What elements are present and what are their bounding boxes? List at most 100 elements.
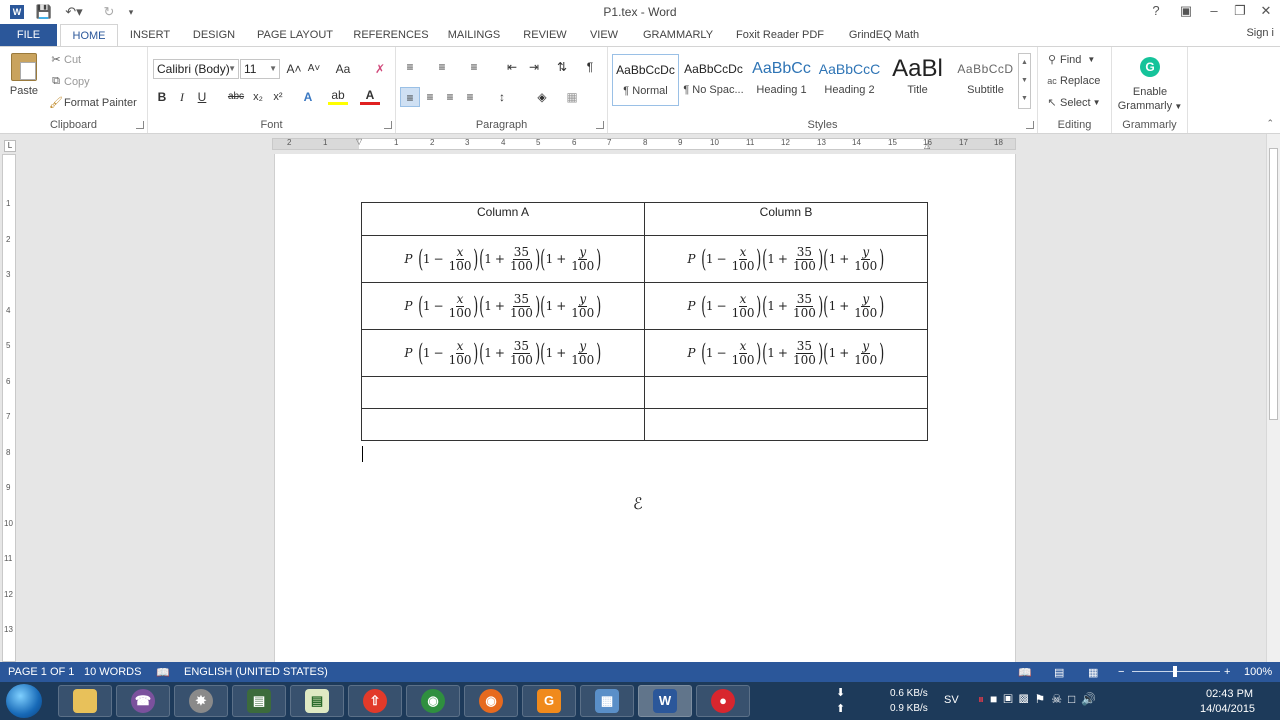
find-button[interactable]: ⚲ Find ▼ [1044,53,1095,67]
table-cell[interactable] [361,376,645,409]
zoom-slider-thumb[interactable] [1173,666,1177,677]
copy-button[interactable]: ⧉ Copy [48,75,90,88]
style-no-spacing[interactable]: AaBbCcDc ¶ No Spac... [680,54,747,106]
word-taskbar-icon[interactable]: W [638,685,692,717]
more-styles-icon[interactable]: ▼ [1019,90,1030,108]
numbering-icon[interactable]: ≡ [432,57,452,77]
equation[interactable]: P(1− x 100)(1 +35 100)(1 + y 100) [404,292,601,320]
tab-home[interactable]: HOME [60,24,118,47]
table-cell[interactable]: P(1− x 100)(1 +35 100)(1 + y 100) [361,235,645,283]
font-launcher-icon[interactable] [384,121,392,129]
document-table[interactable]: Column A Column B P(1− x 100)(1 +35 100)(1 + y… [361,202,928,441]
tray-icons[interactable]: ⏸■▣▩⚑☠□🔊 [978,692,1102,707]
align-center-icon[interactable]: ≡ [420,87,440,107]
web-layout-icon[interactable]: ▦ [1088,666,1098,679]
proofing-icon[interactable]: 📖 [156,666,170,679]
security-icon[interactable]: ☠ [1051,692,1068,706]
tool-taskbar-icon[interactable]: ✸ [174,685,228,717]
shading-icon[interactable]: ◈ [532,87,552,107]
tab-page-layout[interactable]: PAGE LAYOUT [252,24,338,46]
justify-icon[interactable]: ≡ [460,87,480,107]
table-cell[interactable] [644,376,928,409]
ribbon-display-options-icon[interactable]: ▣ [1172,2,1200,20]
stop-icon[interactable]: ■ [990,692,1003,706]
foxit-pdf-taskbar-icon[interactable]: G [522,685,576,717]
close-button[interactable]: ✕ [1252,2,1280,20]
underline-button[interactable]: U [192,87,212,107]
italic-button[interactable]: I [172,87,192,107]
align-right-icon[interactable]: ≡ [440,87,460,107]
table-cell[interactable] [644,408,928,441]
recorder-taskbar-icon[interactable]: ● [696,685,750,717]
highlight-button[interactable]: ab [328,87,348,105]
tab-selector-icon[interactable]: L [4,140,16,152]
change-case-button[interactable]: Aa [330,59,356,79]
table-cell[interactable]: P(1− x 100)(1 +35 100)(1 + y 100) [644,282,928,330]
right-indent-marker[interactable]: △ [924,141,930,150]
firefox-taskbar-icon[interactable]: ◉ [464,685,518,717]
tab-grammarly[interactable]: GRAMMARLY [636,24,720,46]
tray-app-icon[interactable]: ▩ [1019,692,1035,706]
paragraph-launcher-icon[interactable] [596,121,604,129]
clipboard-launcher-icon[interactable] [136,121,144,129]
text-effects-button[interactable]: A [298,87,318,107]
align-left-icon[interactable]: ≡ [400,87,420,107]
style-heading-2[interactable]: AaBbCcC Heading 2 [816,54,883,106]
tab-grindeq-math[interactable]: GrindEQ Math [840,24,928,46]
word-count[interactable]: 10 WORDS [84,666,141,678]
tab-review[interactable]: REVIEW [516,24,574,46]
control-panel-taskbar-icon[interactable]: ▦ [580,685,634,717]
table-cell[interactable]: P(1− x 100)(1 +35 100)(1 + y 100) [644,235,928,283]
chevron-up-icon[interactable]: ▲ [1019,54,1030,72]
help-button[interactable]: ? [1142,2,1170,20]
font-name-combo[interactable]: Calibri (Body) ▼ [153,59,239,79]
volume-icon[interactable]: 🔊 [1081,692,1102,706]
windows-start-icon[interactable] [6,684,42,718]
input-language[interactable]: SV [944,694,959,706]
network-taskbar-icon[interactable]: ◉ [406,685,460,717]
cut-button[interactable]: ✂ Cut [48,53,81,67]
style-subtitle[interactable]: AaBbCcD Subtitle [952,54,1019,106]
zoom-level[interactable]: 100% [1244,666,1272,678]
line-spacing-icon[interactable]: ↕ [492,87,512,107]
style-heading-1[interactable]: AaBbCc Heading 1 [748,54,815,106]
file-explorer-taskbar-icon[interactable] [58,685,112,717]
minimize-button[interactable]: – [1200,2,1228,20]
tab-references[interactable]: REFERENCES [350,24,432,46]
paste-button[interactable]: Paste [6,53,42,113]
tab-foxit-reader-pdf[interactable]: Foxit Reader PDF [730,24,830,46]
replace-button[interactable]: ac Replace [1044,75,1100,87]
format-painter-button[interactable]: 🖌 Format Painter [48,96,137,110]
vertical-ruler[interactable]: 1 2 3 4 5 6 7 8 9 10 11 12 13 [2,154,16,662]
equation[interactable]: P(1− x 100)(1 +35 100)(1 + y 100) [687,339,884,367]
zoom-slider[interactable] [1132,666,1220,677]
enable-grammarly-button[interactable]: Enable Grammarly ▼ [1112,85,1188,114]
read-mode-icon[interactable]: 📖 [1018,666,1032,679]
pause-record-icon[interactable]: ⏸ [978,692,990,706]
clear-formatting-icon[interactable]: ✗ [370,59,390,79]
table-header-cell[interactable]: Column A [361,202,645,236]
vertical-scrollbar[interactable] [1266,134,1280,662]
tab-insert[interactable]: INSERT [124,24,176,46]
scrollbar-thumb[interactable] [1269,148,1278,420]
tab-file[interactable]: FILE [0,24,57,46]
font-color-button[interactable]: A [360,87,380,105]
superscript-button[interactable]: x² [268,87,288,107]
equation[interactable]: P(1− x 100)(1 +35 100)(1 + y 100) [404,339,601,367]
font-size-combo[interactable]: 11 ▼ [240,59,280,79]
tab-design[interactable]: DESIGN [186,24,242,46]
zoom-in-button[interactable]: + [1224,666,1230,678]
borders-icon[interactable]: ▦ [562,87,582,107]
clock-time[interactable]: 02:43 PM [1206,688,1253,700]
style-normal[interactable]: AaBbCcDc ¶ Normal [612,54,679,106]
table-cell[interactable]: P(1− x 100)(1 +35 100)(1 + y 100) [644,329,928,377]
tab-view[interactable]: VIEW [584,24,624,46]
screen-icon[interactable]: ▣ [1003,692,1019,706]
bullets-icon[interactable]: ≡ [400,57,420,77]
sort-icon[interactable]: ⇅ [552,57,572,77]
decrease-indent-icon[interactable]: ⇤ [502,57,522,77]
grow-font-button[interactable]: A˄ [284,59,304,79]
equation[interactable]: P(1− x 100)(1 +35 100)(1 + y 100) [404,245,601,273]
table-cell[interactable]: P(1− x 100)(1 +35 100)(1 + y 100) [361,282,645,330]
restore-button[interactable]: ❐ [1226,2,1254,20]
